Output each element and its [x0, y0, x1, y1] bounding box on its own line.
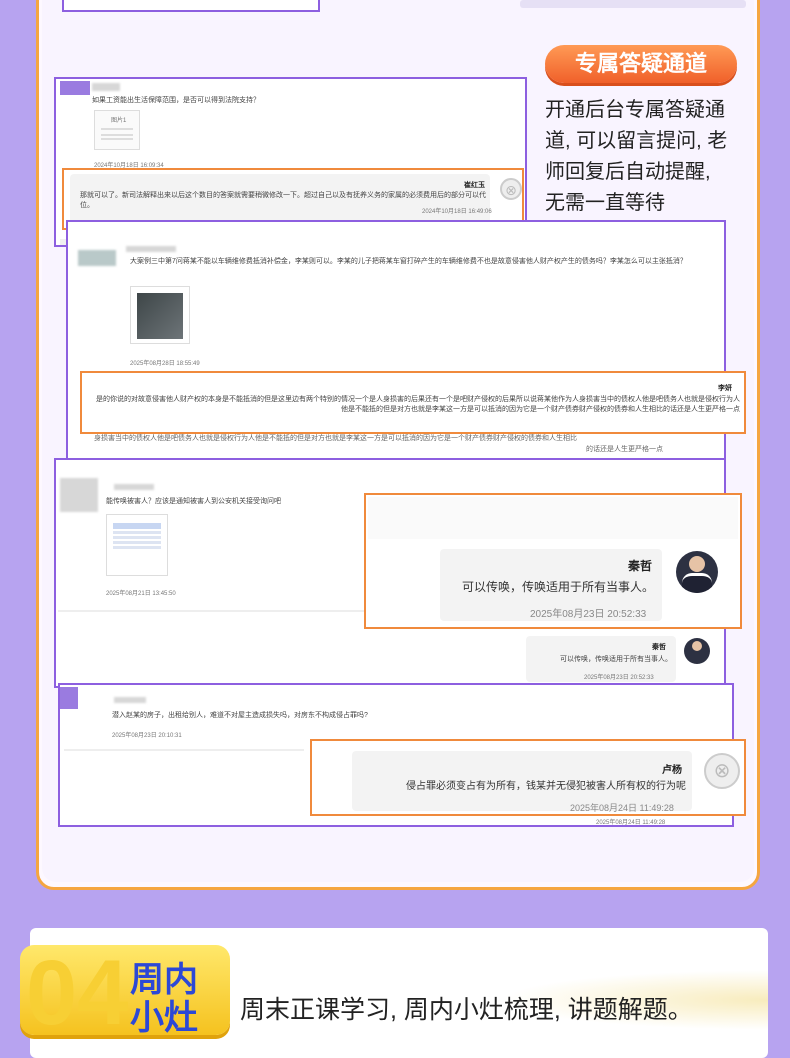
- teacher-reply-highlight-3: 秦哲 可以传唤，传唤适用于所有当事人。 2025年08月23日 20:52:33: [364, 493, 742, 629]
- description-line: 师回复后自动提醒,: [545, 161, 711, 183]
- section-number-badge: 04 周内 小灶: [20, 945, 230, 1041]
- avatar-face: [692, 641, 702, 651]
- user-avatar-blurred: [60, 81, 90, 95]
- teacher-name: 秦哲: [652, 644, 666, 651]
- divider: [64, 749, 304, 751]
- user-avatar-blurred: [60, 687, 78, 709]
- question-time: 2025年08月21日 13:45:50: [106, 591, 176, 597]
- question-text: 如果工资能出生活保障范围，是否可以得到法院支持？: [92, 97, 260, 104]
- teacher-name: 卢杨: [662, 765, 682, 776]
- user-name-blurred: [92, 83, 120, 91]
- answer-time: 2025年08月24日 11:49:28: [570, 803, 674, 813]
- question-time: 2025年08月28日 18:55:49: [130, 361, 200, 367]
- question-text: 大案例三中第7问蒋某不能以车辆维修费抵消补偿金，李某则可以。李某的儿子把蒋某车窗…: [130, 258, 687, 265]
- section-title-line: 周内: [130, 961, 198, 999]
- teacher-name: 秦哲: [628, 559, 653, 573]
- attachment-line: [101, 128, 133, 130]
- teacher-avatar-logo-icon: ⊗: [704, 753, 740, 789]
- attachment-line: [101, 138, 133, 140]
- question-photo[interactable]: [130, 286, 190, 344]
- teacher-avatar-logo-icon: ⊗: [500, 178, 522, 200]
- user-avatar-blurred: [60, 478, 98, 512]
- answer-time: 2025年08月23日 20:52:33: [584, 675, 654, 681]
- teacher-name: 崔红玉: [464, 182, 485, 189]
- attachment-label: 图片1: [111, 118, 127, 124]
- description-line: 开通后台专属答疑通: [545, 99, 725, 121]
- avatar-face: [689, 556, 705, 572]
- answer-echo-line: 的话还是人生更严格一点: [586, 446, 663, 453]
- teacher-name: 李妍: [718, 385, 732, 392]
- teacher-avatar: [684, 638, 710, 664]
- user-name-blurred: [114, 484, 154, 490]
- attachment-line: [113, 523, 161, 529]
- teacher-answer: 可以传唤，传唤适用于所有当事人。: [560, 656, 672, 663]
- section-title: 周内 小灶: [130, 961, 198, 1037]
- user-name-blurred: [126, 246, 176, 252]
- question-attachment[interactable]: 图片1: [94, 110, 140, 150]
- attachment-line: [113, 536, 161, 539]
- question-text: 潜入赵某的房子，出租给别人，难道不对屋主造成损失吗，对房东不构成侵占罪吗?: [112, 712, 368, 719]
- feature-description: 开通后台专属答疑通 道, 可以留言提问, 老 师回复后自动提醒, 无需一直等待: [545, 95, 755, 219]
- teacher-reply-highlight-2: 李妍 是的你说的对故意侵害他人财产权的本身是不能抵消的但是这里边有两个特别的情况…: [80, 371, 746, 434]
- teacher-reply-highlight-4: 卢杨 侵占罪必须变占有为所有，钱某并无侵犯被害人所有权的行为呢 2025年08月…: [310, 739, 746, 816]
- answer-time: 2025年08月24日 11:49:28: [596, 820, 666, 826]
- dedicated-qa-badge: 专属答疑通道: [545, 45, 737, 83]
- highlight-top-area: [368, 497, 738, 539]
- attachment-line: [101, 134, 133, 136]
- user-name-blurred: [114, 697, 146, 703]
- section-number: 04: [26, 942, 129, 1044]
- description-line: 道, 可以留言提问, 老: [545, 130, 728, 152]
- prev-fragment-bar: [520, 0, 746, 8]
- section-title-line: 小灶: [130, 999, 198, 1037]
- prev-screenshot-fragment: [62, 0, 320, 12]
- attachment-line: [113, 546, 161, 549]
- attachment-line: [113, 541, 161, 544]
- answer-echo-line: 身损害当中的债权人他是吧债务人也就是侵权行为人他是不能抵的但是对方也就是李某这一…: [94, 435, 577, 442]
- question-text: 能传唤被害人？应该是通知被害人到公安机关接受询问吧: [106, 498, 281, 505]
- teacher-answer: 侵占罪必须变占有为所有，钱某并无侵犯被害人所有权的行为呢: [406, 781, 686, 792]
- answer-time: 2025年08月23日 20:52:33: [530, 609, 647, 620]
- attachment-line: [113, 531, 161, 534]
- user-avatar-blurred: [78, 250, 116, 266]
- section-description: 周末正课学习, 周内小灶梳理, 讲题解题。: [240, 996, 693, 1024]
- description-line: 无需一直等待: [545, 192, 665, 214]
- question-attachment[interactable]: [106, 514, 168, 576]
- avatar-suit: [682, 573, 712, 593]
- question-time: 2025年08月23日 20:10:31: [112, 733, 182, 739]
- teacher-avatar: [676, 551, 718, 593]
- answer-time: 2024年10月18日 16:49:06: [422, 209, 492, 215]
- photo-thumbnail: [137, 293, 183, 339]
- teacher-answer: 可以传唤，传唤适用于所有当事人。: [461, 580, 654, 594]
- teacher-answer: 是的你说的对故意侵害他人财产权的本身是不能抵消的但是这里边有两个特别的情况一个是…: [96, 396, 740, 413]
